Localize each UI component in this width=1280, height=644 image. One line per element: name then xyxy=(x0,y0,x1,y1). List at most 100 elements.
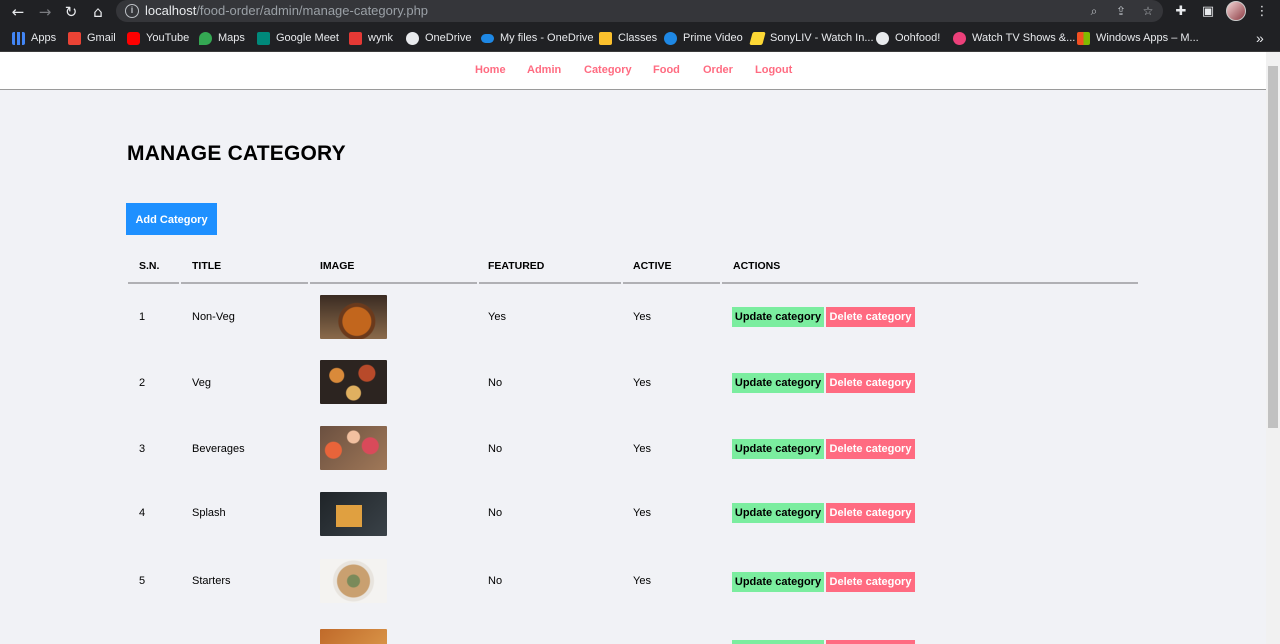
bookmark-star-icon[interactable]: ☆ xyxy=(1140,3,1156,19)
bookmark-label: Oohfood! xyxy=(895,32,941,44)
scrollbar-thumb[interactable] xyxy=(1268,66,1278,428)
delete-category-button[interactable]: Delete category xyxy=(826,572,915,592)
more-menu-icon[interactable]: ⋮ xyxy=(1252,2,1272,22)
address-bar[interactable]: i localhost/food-order/admin/manage-cate… xyxy=(116,0,1163,22)
bookmark-prime-video[interactable]: Prime Video xyxy=(664,30,743,46)
cell-sn: 5 xyxy=(139,575,146,587)
bookmark-apps[interactable]: Apps xyxy=(12,30,56,46)
forward-icon[interactable]: → xyxy=(35,2,55,22)
header-title: TITLE xyxy=(192,260,222,272)
add-category-button[interactable]: Add Category xyxy=(126,203,217,235)
delete-category-button[interactable]: Delete category xyxy=(826,503,915,523)
reload-icon[interactable]: ↻ xyxy=(61,2,81,22)
page-title: MANAGE CATEGORY xyxy=(127,142,346,165)
cell-title: Veg xyxy=(192,377,211,389)
google-meet-icon xyxy=(257,31,270,45)
site-info-icon[interactable]: i xyxy=(125,4,139,18)
bookmark-label: Maps xyxy=(218,32,245,44)
extensions-icon[interactable]: ✚ xyxy=(1171,2,1191,22)
globe-icon xyxy=(406,31,419,45)
update-category-button[interactable]: Update category xyxy=(732,439,824,459)
menu-order[interactable]: Order xyxy=(703,64,733,76)
bookmark-youtube[interactable]: YouTube xyxy=(127,30,189,46)
header-underline xyxy=(181,282,308,284)
zoom-icon[interactable]: ⌕ xyxy=(1086,3,1102,19)
update-category-button[interactable]: Update category xyxy=(732,572,824,592)
bookmark-label: My files - OneDrive xyxy=(500,32,594,44)
bookmark-google-meet[interactable]: Google Meet xyxy=(257,30,339,46)
header-image: IMAGE xyxy=(320,260,355,272)
header-underline xyxy=(722,282,1138,284)
bookmark-classes[interactable]: Classes xyxy=(599,30,657,46)
bookmark-onedrive[interactable]: OneDrive xyxy=(406,30,471,46)
bookmark-label: Watch TV Shows &... xyxy=(972,32,1076,44)
cell-active: Yes xyxy=(633,575,651,587)
menu-admin[interactable]: Admin xyxy=(527,64,561,76)
maps-icon xyxy=(199,31,212,45)
delete-category-button[interactable]: Delete category xyxy=(826,307,915,327)
category-image xyxy=(320,360,387,404)
delete-category-button[interactable] xyxy=(826,640,915,644)
home-icon[interactable]: ⌂ xyxy=(88,2,108,22)
profile-avatar[interactable] xyxy=(1226,1,1246,21)
cell-sn: 4 xyxy=(139,507,146,519)
page-scrollbar[interactable] xyxy=(1266,52,1280,644)
cell-title: Splash xyxy=(192,507,226,519)
update-category-button[interactable]: Update category xyxy=(732,373,824,393)
category-image xyxy=(320,492,387,536)
windows-logo-icon xyxy=(1077,31,1090,45)
menu-home[interactable]: Home xyxy=(475,64,506,76)
cell-active: Yes xyxy=(633,377,651,389)
cell-title: Starters xyxy=(192,575,231,587)
cell-featured: No xyxy=(488,443,503,455)
bookmark-sonyliv[interactable]: SonyLIV - Watch In... xyxy=(749,30,874,46)
classroom-icon xyxy=(599,31,612,45)
bookmark-my-files-onedrive[interactable]: My files - OneDrive xyxy=(481,30,594,46)
cell-sn: 3 xyxy=(139,443,146,455)
bookmark-label: Windows Apps – M... xyxy=(1096,32,1199,44)
bookmark-label: OneDrive xyxy=(425,32,472,44)
bookmark-label: SonyLIV - Watch In... xyxy=(770,32,874,44)
bookmark-label: YouTube xyxy=(146,32,190,44)
back-icon[interactable]: ← xyxy=(8,2,28,22)
category-image xyxy=(320,426,387,470)
header-underline xyxy=(128,282,179,284)
cell-featured: No xyxy=(488,575,503,587)
share-icon[interactable]: ⇪ xyxy=(1113,3,1129,19)
bookmark-gmail[interactable]: Gmail xyxy=(68,30,116,46)
cell-active: Yes xyxy=(633,311,651,323)
bookmarks-overflow-icon[interactable]: » xyxy=(1256,30,1264,46)
delete-category-button[interactable]: Delete category xyxy=(826,439,915,459)
page-content: Home Admin Category Food Order Logout MA… xyxy=(0,52,1266,644)
cell-featured: No xyxy=(488,507,503,519)
header-underline xyxy=(310,282,477,284)
cell-active: Yes xyxy=(633,507,651,519)
menu-category[interactable]: Category xyxy=(584,64,632,76)
url-text: localhost/food-order/admin/manage-catego… xyxy=(145,3,429,18)
cell-featured: Yes xyxy=(488,311,506,323)
update-category-button[interactable]: Update category xyxy=(732,307,824,327)
header-actions: ACTIONS xyxy=(733,260,781,272)
cell-featured: No xyxy=(488,377,503,389)
bookmark-windows-apps[interactable]: Windows Apps – M... xyxy=(1077,30,1199,46)
menu-food[interactable]: Food xyxy=(653,64,680,76)
delete-category-button[interactable]: Delete category xyxy=(826,373,915,393)
bookmark-wynk[interactable]: wynk xyxy=(349,30,393,46)
browser-toolbar: ← → ↻ ⌂ i localhost/food-order/admin/man… xyxy=(0,0,1280,24)
bookmark-watch-tv-shows[interactable]: Watch TV Shows &... xyxy=(953,30,1075,46)
bookmark-label: Classes xyxy=(618,32,658,44)
cell-sn: 1 xyxy=(139,311,146,323)
bookmark-oohfood[interactable]: Oohfood! xyxy=(876,30,940,46)
bookmark-maps[interactable]: Maps xyxy=(199,30,245,46)
update-category-button[interactable]: Update category xyxy=(732,503,824,523)
menu-logout[interactable]: Logout xyxy=(755,64,792,76)
update-category-button[interactable] xyxy=(732,640,824,644)
globe-icon xyxy=(876,31,889,45)
header-sn: S.N. xyxy=(139,260,160,272)
side-panel-icon[interactable]: ▣ xyxy=(1198,2,1218,22)
header-underline xyxy=(479,282,621,284)
cell-sn: 2 xyxy=(139,377,146,389)
prime-video-icon xyxy=(664,31,677,45)
top-menu: Home Admin Category Food Order Logout xyxy=(0,52,1266,90)
bookmark-label: Apps xyxy=(31,32,57,44)
